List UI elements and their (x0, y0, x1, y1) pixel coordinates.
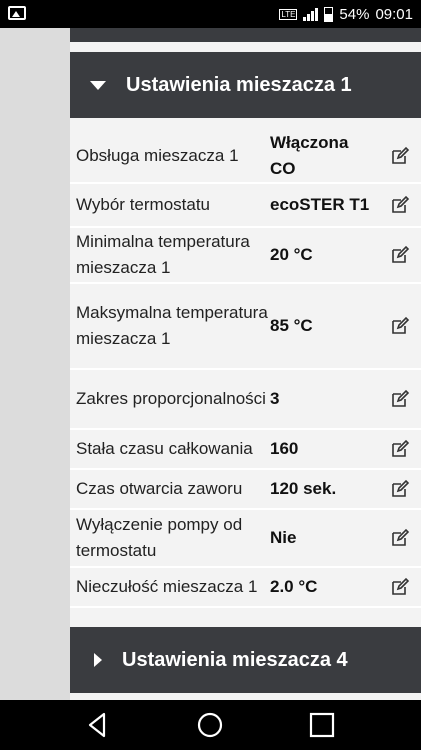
caret-right-icon (94, 653, 102, 667)
setting-value: 3 (270, 389, 280, 408)
recents-icon[interactable] (307, 710, 337, 740)
status-right: LTE 54% 09:01 (279, 0, 413, 28)
section-title: Ustawienia mieszacza 4 (122, 648, 348, 671)
edit-icon[interactable] (378, 316, 421, 336)
edit-icon[interactable] (378, 528, 421, 548)
setting-label: Zakres proporcjonalności (76, 389, 266, 408)
setting-row[interactable]: Maksymalna temperatura mieszacza 1 85 °C (70, 284, 421, 370)
battery-percent: 54% (339, 5, 370, 23)
setting-row[interactable]: Wybór termostatu ecoSTER T1 (70, 184, 421, 228)
setting-label: Stała czasu całkowania (76, 439, 253, 458)
setting-label: Maksymalna temperatura mieszacza 1 (76, 303, 268, 348)
edit-icon[interactable] (378, 146, 421, 166)
edit-icon[interactable] (378, 195, 421, 215)
setting-value: Nie (270, 528, 297, 547)
setting-label: Nieczułość mieszacza 1 (76, 577, 258, 596)
setting-label: Minimalna temperatura mieszacza 1 (76, 232, 250, 277)
back-icon[interactable] (83, 710, 113, 740)
section-header-mixer-4[interactable]: Ustawienia mieszacza 4 (70, 627, 421, 693)
edit-icon[interactable] (378, 439, 421, 459)
setting-label: Obsługa mieszacza 1 (76, 146, 239, 165)
setting-row[interactable]: Stała czasu całkowania 160 (70, 430, 421, 470)
status-bar: LTE 54% 09:01 (0, 0, 421, 28)
section-title: Ustawienia mieszacza 1 (126, 73, 352, 96)
home-icon[interactable] (195, 710, 225, 740)
caret-down-icon (90, 80, 106, 90)
edit-icon[interactable] (378, 479, 421, 499)
clock: 09:01 (375, 5, 413, 23)
setting-value: 120 sek. (270, 479, 337, 498)
signal-icon (303, 7, 319, 21)
setting-row[interactable]: Minimalna temperatura mieszacza 1 20 °C (70, 228, 421, 284)
setting-row[interactable]: Zakres proporcjonalności 3 (70, 370, 421, 430)
edit-icon[interactable] (378, 245, 421, 265)
edit-icon[interactable] (378, 389, 421, 409)
section-header-mixer-1[interactable]: Ustawienia mieszacza 1 (70, 52, 421, 118)
content-panel: Ustawienia mieszacza 1 Obsługa mieszacza… (70, 28, 421, 700)
network-type: LTE (279, 8, 298, 20)
setting-value: 20 °C (270, 245, 313, 264)
setting-row[interactable]: Czas otwarcia zaworu 120 sek. (70, 470, 421, 510)
navigation-bar (0, 700, 421, 750)
edit-icon[interactable] (378, 577, 421, 597)
setting-label: Czas otwarcia zaworu (76, 479, 243, 498)
settings-list: Obsługa mieszacza 1 Włączona CO Wybór te… (70, 130, 421, 608)
setting-value: ecoSTER T1 (270, 195, 370, 214)
setting-row[interactable]: Obsługa mieszacza 1 Włączona CO (70, 130, 421, 184)
setting-row[interactable]: Nieczułość mieszacza 1 2.0 °C (70, 568, 421, 608)
setting-value: 85 °C (270, 316, 313, 335)
setting-value: 2.0 °C (270, 577, 318, 596)
setting-value: 160 (270, 439, 299, 458)
setting-label: Wybór termostatu (76, 195, 210, 214)
image-notification-icon (8, 6, 26, 20)
battery-icon (324, 6, 334, 22)
setting-row[interactable]: Wyłączenie pompy od termostatu Nie (70, 510, 421, 568)
page: Ustawienia mieszacza 1 Obsługa mieszacza… (0, 28, 421, 700)
setting-value: Włączona CO (270, 133, 349, 178)
setting-label: Wyłączenie pompy od termostatu (76, 515, 243, 560)
previous-section-header[interactable] (70, 28, 421, 42)
